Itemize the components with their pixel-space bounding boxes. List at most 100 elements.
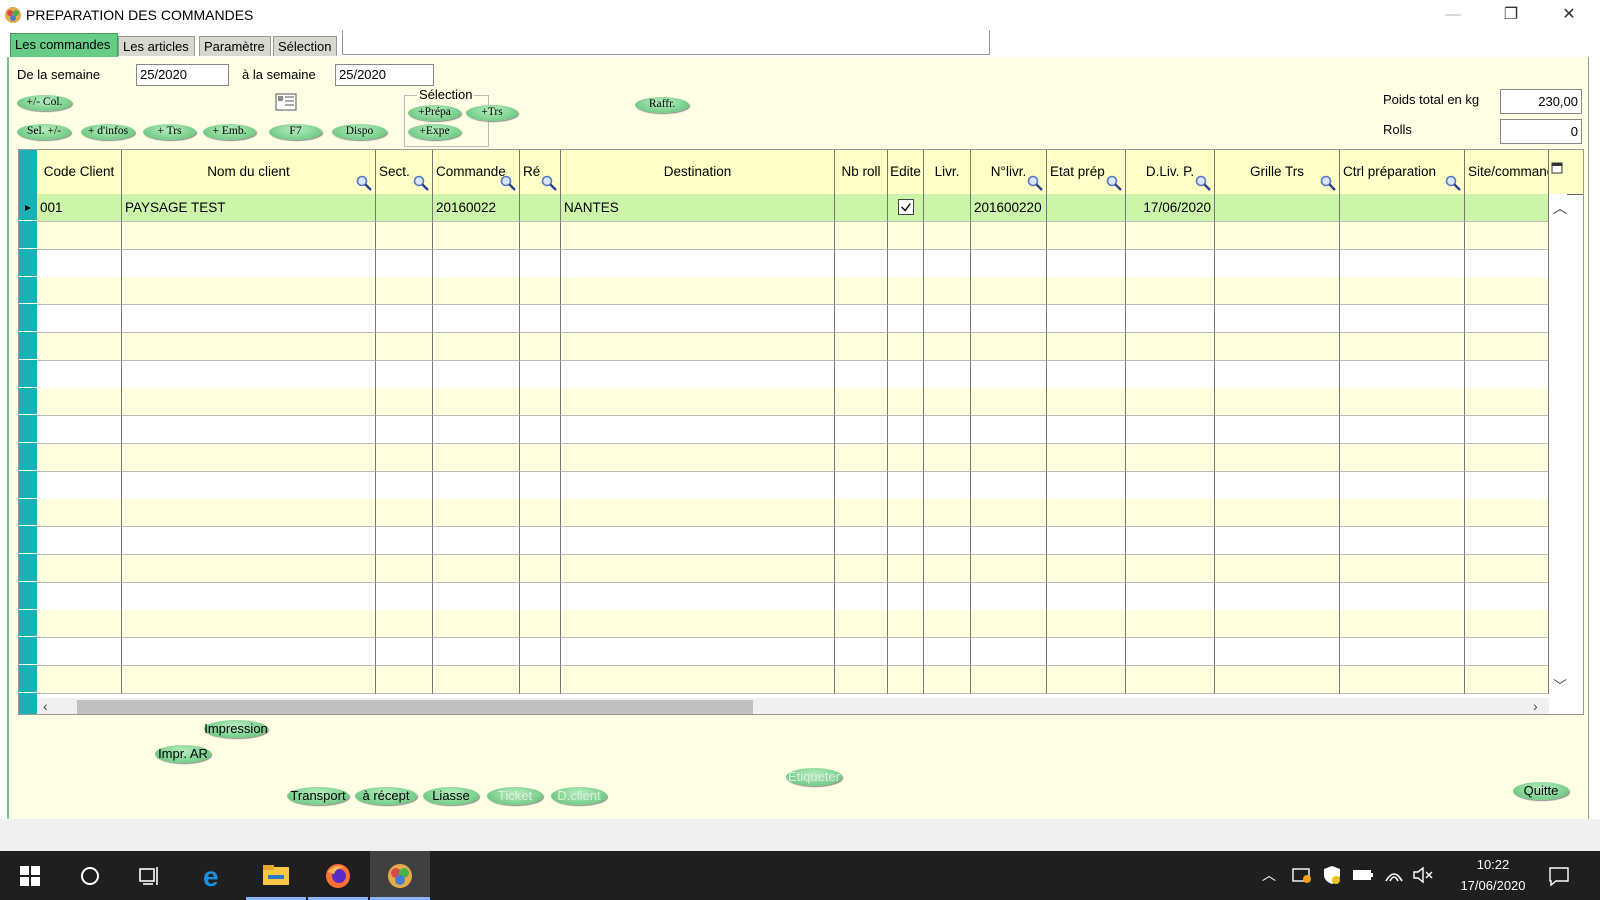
empty-cell[interactable] [1047, 249, 1126, 278]
column-header-nom-client[interactable]: Nom du client [122, 150, 376, 194]
table-row[interactable] [37, 499, 1549, 528]
empty-cell[interactable] [888, 665, 924, 694]
table-row[interactable] [37, 582, 1549, 611]
empty-cell[interactable] [1047, 610, 1126, 639]
empty-cell[interactable] [835, 499, 888, 528]
empty-cell[interactable] [376, 221, 433, 250]
empty-cell[interactable] [37, 582, 122, 611]
empty-cell[interactable] [376, 332, 433, 361]
edite-checkbox[interactable] [898, 199, 914, 215]
row-selector[interactable] [19, 277, 37, 305]
empty-cell[interactable] [924, 360, 971, 389]
empty-cell[interactable] [376, 610, 433, 639]
empty-cell[interactable] [924, 527, 971, 555]
onedrive-sync-icon[interactable] [1292, 866, 1312, 884]
orders-grid[interactable]: Code Client Nom du client Sect. Commande… [18, 149, 1584, 715]
empty-cell[interactable] [1047, 499, 1126, 528]
empty-cell[interactable] [561, 388, 835, 417]
file-explorer-button[interactable] [246, 851, 306, 900]
empty-cell[interactable] [376, 360, 433, 389]
close-button[interactable]: ✕ [1540, 0, 1598, 30]
empty-cell[interactable] [122, 443, 376, 472]
empty-cell[interactable] [1047, 638, 1126, 666]
firefox-button[interactable] [308, 851, 368, 900]
empty-cell[interactable] [37, 277, 122, 306]
empty-cell[interactable] [1340, 471, 1465, 500]
empty-cell[interactable] [924, 277, 971, 306]
search-icon[interactable] [413, 175, 429, 191]
column-header-sect[interactable]: Sect. [376, 150, 433, 194]
wifi-icon[interactable] [1384, 865, 1404, 885]
empty-cell[interactable] [37, 554, 122, 583]
toggle-columns-button[interactable]: +/- Col. [17, 95, 72, 111]
empty-cell[interactable] [1215, 360, 1340, 389]
transport-button[interactable]: Transport [287, 787, 349, 805]
empty-cell[interactable] [1465, 443, 1549, 472]
empty-cell[interactable] [433, 277, 520, 306]
empty-cell[interactable] [1340, 499, 1465, 528]
row-selector[interactable] [19, 666, 37, 693]
empty-cell[interactable] [520, 610, 561, 639]
empty-cell[interactable] [971, 332, 1047, 361]
empty-cell[interactable] [1215, 554, 1340, 583]
empty-cell[interactable] [1047, 305, 1126, 333]
empty-cell[interactable] [835, 332, 888, 361]
empty-cell[interactable] [561, 527, 835, 555]
empty-cell[interactable] [122, 499, 376, 528]
empty-cell[interactable] [1126, 499, 1215, 528]
column-header-ctrl-preparation[interactable]: Ctrl préparation [1340, 150, 1465, 194]
empty-cell[interactable] [835, 554, 888, 583]
empty-cell[interactable] [971, 527, 1047, 555]
empty-cell[interactable] [924, 221, 971, 250]
empty-cell[interactable] [520, 499, 561, 528]
empty-cell[interactable] [1047, 221, 1126, 250]
empty-cell[interactable] [37, 471, 122, 500]
empty-cell[interactable] [376, 416, 433, 444]
empty-cell[interactable] [924, 582, 971, 611]
empty-cell[interactable] [888, 277, 924, 306]
empty-cell[interactable] [122, 360, 376, 389]
empty-cell[interactable] [1215, 499, 1340, 528]
empty-cell[interactable] [1465, 332, 1549, 361]
empty-cell[interactable] [971, 388, 1047, 417]
empty-cell[interactable] [433, 554, 520, 583]
empty-cell[interactable] [1465, 305, 1549, 333]
empty-cell[interactable] [1215, 221, 1340, 250]
empty-cell[interactable] [835, 277, 888, 306]
empty-cell[interactable] [520, 249, 561, 278]
empty-cell[interactable] [924, 610, 971, 639]
empty-cell[interactable] [1215, 277, 1340, 306]
empty-cell[interactable] [37, 499, 122, 528]
empty-cell[interactable] [1047, 360, 1126, 389]
empty-cell[interactable] [1465, 499, 1549, 528]
empty-cell[interactable] [1465, 388, 1549, 417]
selection-toggle-button[interactable]: Sel. +/- [17, 124, 71, 140]
empty-cell[interactable] [122, 305, 376, 333]
empty-cell[interactable] [835, 527, 888, 555]
cell-grille-trs[interactable] [1215, 194, 1340, 222]
empty-cell[interactable] [1126, 388, 1215, 417]
column-header-date-liv[interactable]: D.Liv. P. [1126, 150, 1215, 194]
empty-cell[interactable] [1340, 554, 1465, 583]
f7-button[interactable]: F7 [269, 124, 322, 140]
cell-num-livr[interactable]: 201600220 [971, 194, 1047, 222]
etiqueter-button[interactable]: Etiqueter [786, 768, 842, 786]
cell-re[interactable] [520, 194, 561, 222]
row-selector[interactable] [19, 222, 37, 249]
to-week-input[interactable]: 25/2020 [335, 64, 434, 86]
empty-cell[interactable] [37, 388, 122, 417]
table-row[interactable] [37, 221, 1549, 250]
row-selector[interactable] [19, 499, 37, 527]
empty-cell[interactable] [122, 221, 376, 250]
restore-button[interactable]: ❐ [1482, 0, 1540, 30]
a-recept-button[interactable]: à récept [355, 787, 417, 805]
row-selector[interactable] [19, 250, 37, 277]
empty-cell[interactable] [835, 443, 888, 472]
empty-cell[interactable] [520, 471, 561, 500]
plus-emb-button[interactable]: + Emb. [203, 124, 256, 140]
empty-cell[interactable] [1340, 360, 1465, 389]
tab-selection[interactable]: Sélection [273, 36, 337, 56]
empty-cell[interactable] [1126, 332, 1215, 361]
empty-cell[interactable] [888, 443, 924, 472]
more-info-button[interactable]: + d'infos [81, 124, 135, 140]
